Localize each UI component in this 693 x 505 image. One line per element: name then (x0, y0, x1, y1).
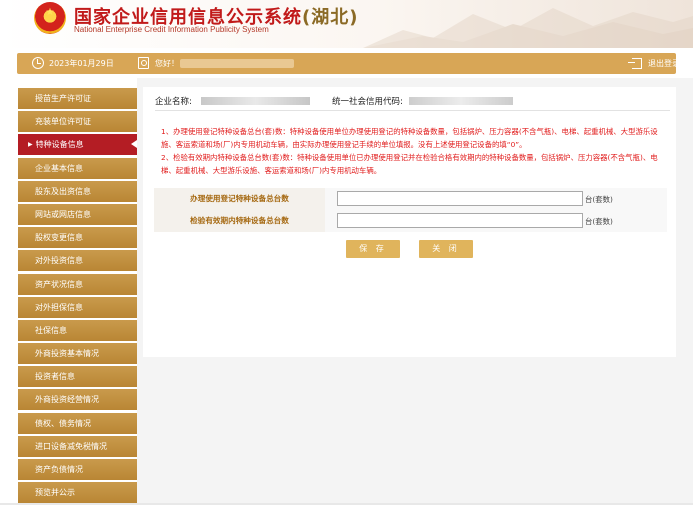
sidebar-item[interactable]: 股东及出资信息 (18, 180, 137, 202)
sidebar-item[interactable]: 特种设备信息 (18, 134, 137, 156)
province-label: (湖北) (302, 7, 359, 28)
clock-icon (32, 57, 44, 69)
form-cell: 台(套数) (325, 188, 667, 210)
sidebar-item[interactable]: 社保信息 (18, 319, 137, 341)
redacted-username (180, 59, 294, 68)
valid-inspection-equipment-label: 检验有效期内特种设备总台数 (154, 210, 325, 232)
company-info-row: 企业名称: 统一社会信用代码: (155, 93, 670, 111)
sidebar-item[interactable]: 企业基本信息 (18, 157, 137, 179)
site-subtitle: National Enterprise Credit Information P… (74, 25, 269, 34)
user-card-icon (138, 57, 149, 69)
top-bar: 2023年01月29日 您好！ 退出登录 (17, 53, 680, 74)
instruction-notes: 1、办理使用登记特种设备总台(套)数：特种设备使用单位办理使用登记的特种设备数量… (161, 125, 670, 177)
site-header: ★ 国家企业信用信息公示系统(湖北) National Enterprise C… (0, 0, 693, 48)
sidebar-item[interactable]: 股权变更信息 (18, 227, 137, 249)
instruction-note-2: 2、检验有效期内特种设备总台数(套)数：特种设备使用单位已办理使用登记并在检验合… (161, 153, 658, 175)
company-name-label: 企业名称: (155, 97, 192, 107)
form-cell: 台(套数) (325, 210, 667, 232)
sidebar-item[interactable]: 对外担保信息 (18, 296, 137, 318)
sidebar-item[interactable]: 充装单位许可证 (18, 111, 137, 133)
redacted-company-name (201, 97, 310, 105)
sidebar-item[interactable]: 网站或网店信息 (18, 203, 137, 225)
registered-equipment-label: 办理使用登记特种设备总台数 (154, 188, 325, 210)
close-button[interactable]: 关 闭 (419, 240, 473, 258)
equipment-form: 办理使用登记特种设备总台数 台(套数) 检验有效期内特种设备总台数 台(套数) (154, 188, 667, 232)
greeting-text: 您好！ (155, 59, 179, 68)
sidebar-item[interactable]: 投资者信息 (18, 366, 137, 388)
main-panel: 企业名称: 统一社会信用代码: 1、办理使用登记特种设备总台(套)数：特种设备使… (143, 87, 676, 357)
national-emblem-icon: ★ (34, 2, 66, 34)
current-date: 2023年01月29日 (49, 59, 114, 68)
mountain-decoration (363, 8, 693, 48)
logout-icon[interactable] (628, 58, 642, 69)
credit-code-label: 统一社会信用代码: (332, 97, 403, 107)
instruction-note-1: 1、办理使用登记特种设备总台(套)数：特种设备使用单位办理使用登记的特种设备数量… (161, 127, 658, 149)
redacted-credit-code (409, 97, 513, 105)
unit-label: 台(套数) (585, 195, 613, 204)
sidebar-item[interactable]: 外商投资基本情况 (18, 343, 137, 365)
sidebar-item[interactable]: 进口设备减免税情况 (18, 435, 137, 457)
sidebar-item[interactable]: 外商投资经营情况 (18, 389, 137, 411)
registered-equipment-input[interactable] (337, 191, 583, 206)
sidebar-item[interactable]: 资产状况信息 (18, 273, 137, 295)
sidebar-item[interactable]: 资产负债情况 (18, 459, 137, 480)
sidebar-nav: 授苗生产许可证充装单位许可证特种设备信息企业基本信息股东及出资信息网站或网店信息… (18, 88, 137, 505)
valid-inspection-equipment-input[interactable] (337, 213, 583, 228)
sidebar-item[interactable]: 对外投资信息 (18, 250, 137, 272)
form-row-registered: 办理使用登记特种设备总台数 台(套数) (154, 188, 667, 210)
sidebar-item[interactable]: 授苗生产许可证 (18, 88, 137, 109)
save-button[interactable]: 保 存 (346, 240, 400, 258)
form-row-valid-inspection: 检验有效期内特种设备总台数 台(套数) (154, 210, 667, 232)
sidebar-item[interactable]: 预览并公示 (18, 482, 137, 504)
unit-label: 台(套数) (585, 217, 613, 226)
sidebar-item[interactable]: 债权、债务情况 (18, 412, 137, 434)
logout-link[interactable]: 退出登录 (648, 58, 680, 69)
